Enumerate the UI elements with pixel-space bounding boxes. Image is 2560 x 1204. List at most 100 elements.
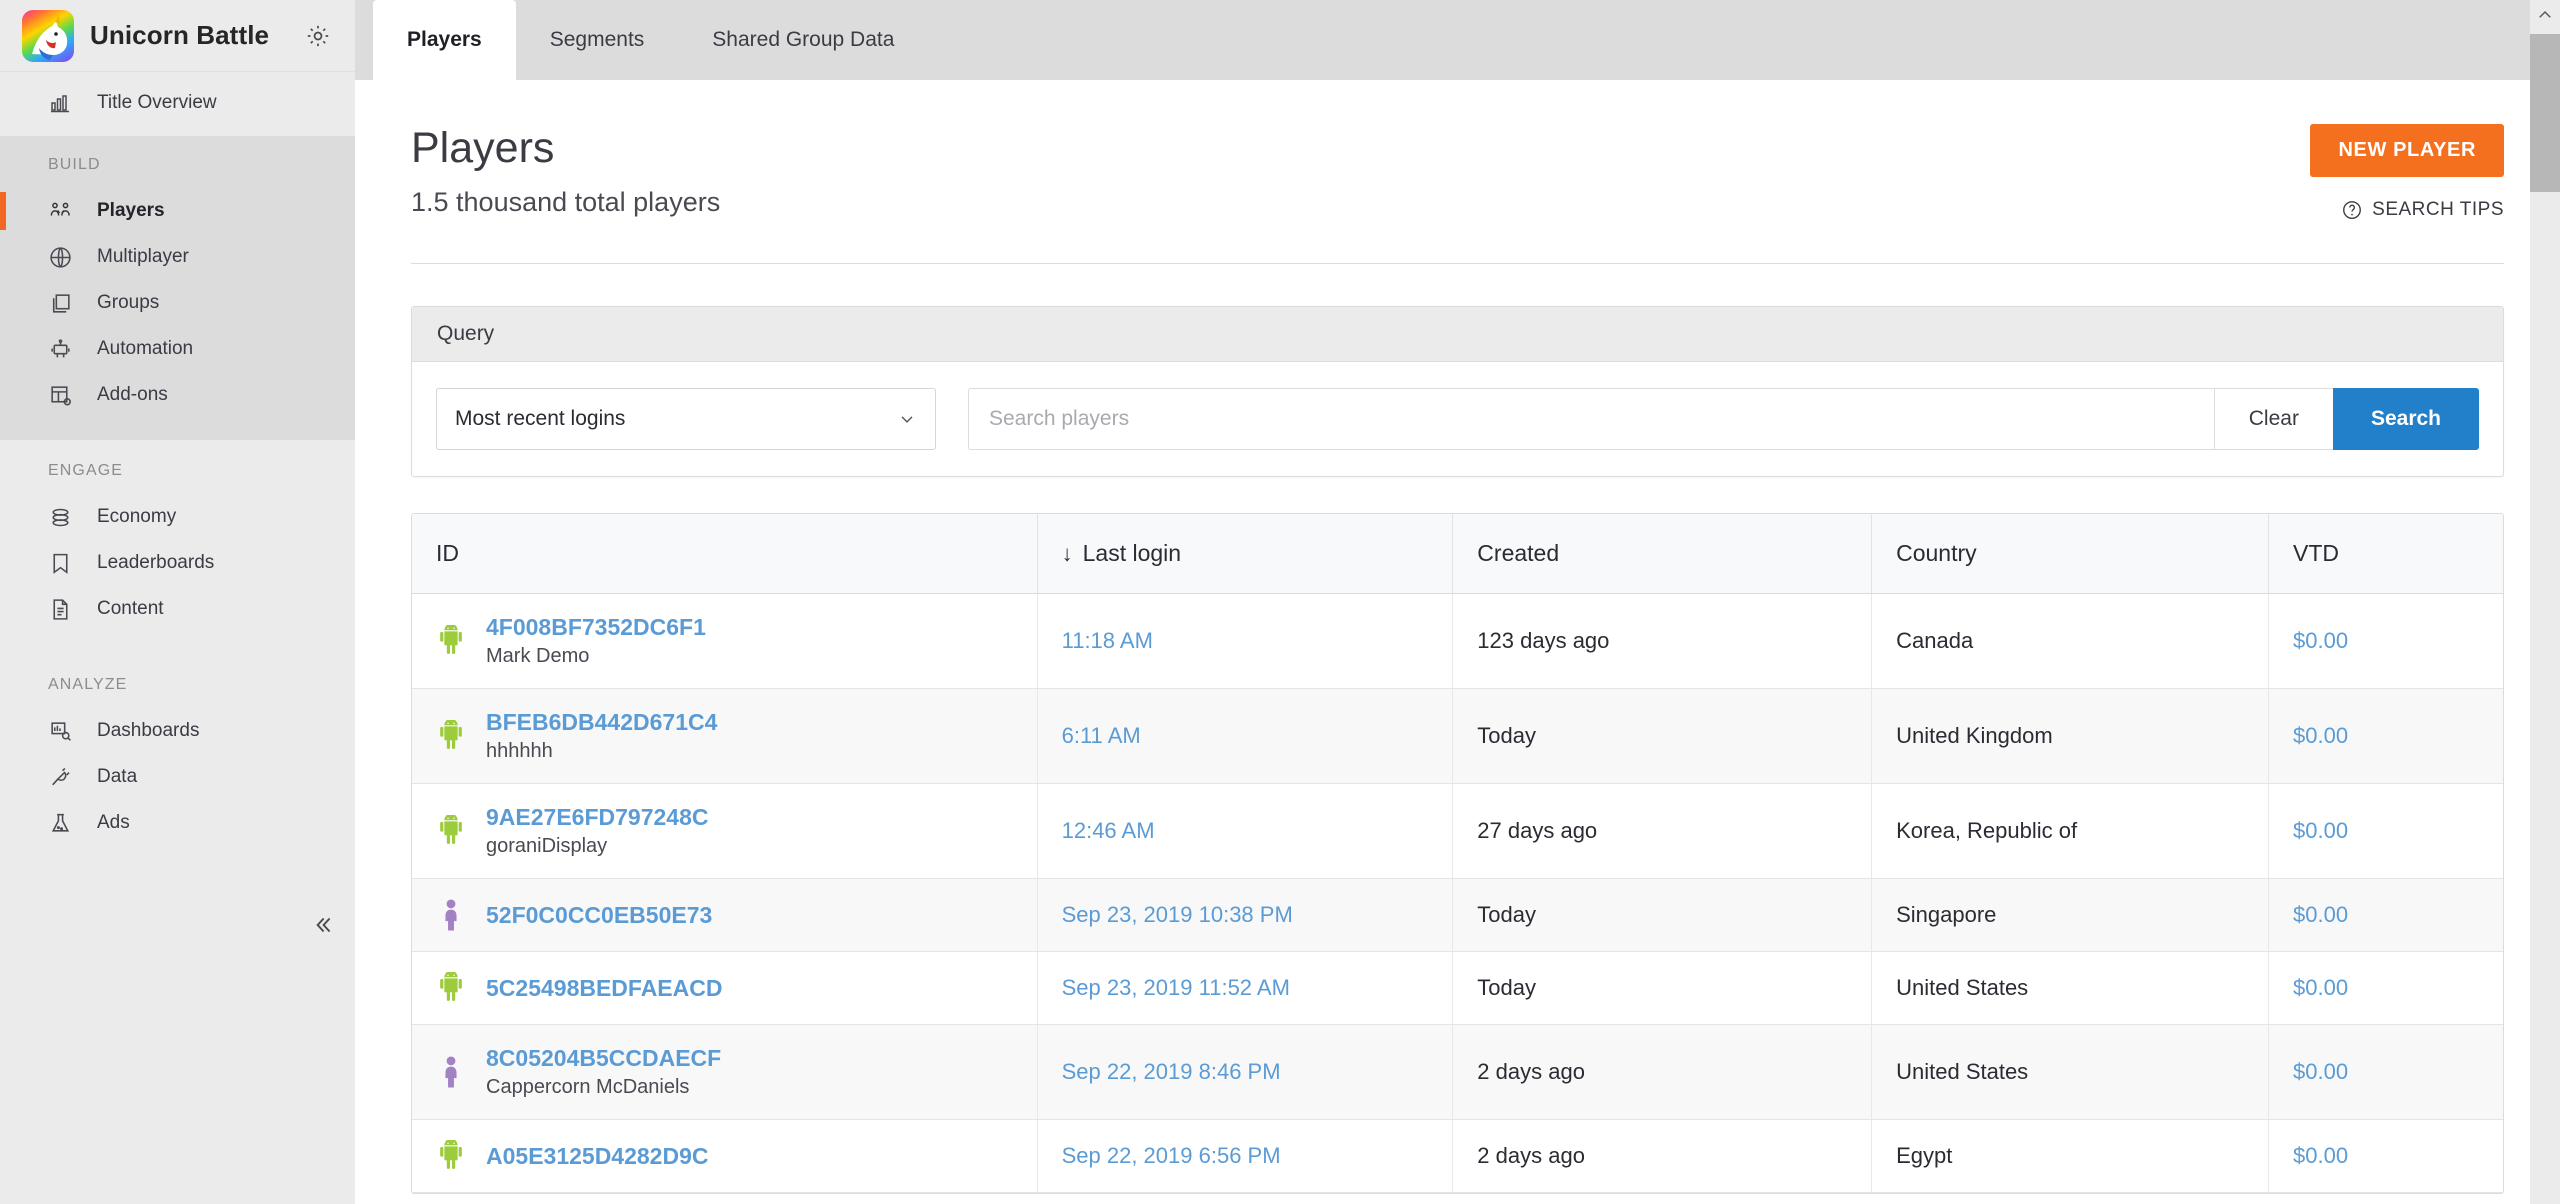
- sidebar-item-label: Players: [97, 200, 165, 221]
- cell-last-login: Sep 23, 2019 11:52 AM: [1037, 951, 1454, 1025]
- cell-last-login: Sep 22, 2019 6:56 PM: [1037, 1119, 1454, 1193]
- last-login-link[interactable]: Sep 23, 2019 11:52 AM: [1062, 975, 1290, 1000]
- header-actions: NEW PLAYER SEARCH TIPS: [2310, 124, 2504, 221]
- vtd-link[interactable]: $0.00: [2293, 1143, 2348, 1168]
- brand-header: Unicorn Battle: [0, 0, 355, 72]
- created-value: Today: [1477, 902, 1537, 927]
- gear-icon[interactable]: [305, 23, 331, 49]
- cell-created: 2 days ago: [1452, 1024, 1873, 1120]
- column-header-vtd[interactable]: VTD: [2268, 514, 2503, 594]
- tab-players[interactable]: Players: [373, 0, 516, 80]
- page-scrollbar[interactable]: [2530, 0, 2560, 1204]
- sidebar-item-content[interactable]: Content: [0, 586, 355, 632]
- column-header-created[interactable]: Created: [1452, 514, 1873, 594]
- clear-button[interactable]: Clear: [2213, 388, 2333, 450]
- page-title: Players: [411, 124, 555, 172]
- chevron-up-icon[interactable]: [2530, 0, 2560, 30]
- vtd-link[interactable]: $0.00: [2293, 1059, 2348, 1084]
- sidebar-item-ads[interactable]: Ads: [0, 800, 355, 846]
- search-tips-label: SEARCH TIPS: [2372, 199, 2504, 220]
- vtd-link[interactable]: $0.00: [2293, 818, 2348, 843]
- scrollbar-thumb[interactable]: [2530, 34, 2560, 192]
- cell-created: 2 days ago: [1452, 1119, 1873, 1193]
- column-label: Last login: [1082, 540, 1182, 566]
- table-row[interactable]: 52F0C0CC0EB50E73 Sep 23, 2019 10:38 PM Tod…: [412, 878, 2503, 952]
- last-login-link[interactable]: 6:11 AM: [1062, 723, 1141, 748]
- last-login-link[interactable]: 12:46 AM: [1062, 818, 1155, 843]
- column-label: Country: [1896, 540, 1977, 566]
- vtd-link[interactable]: $0.00: [2293, 723, 2348, 748]
- sidebar-item-groups[interactable]: Groups: [0, 280, 355, 326]
- table-row[interactable]: 8C05204B5CCDAECF Cappercorn McDaniels Sep …: [412, 1024, 2503, 1120]
- query-panel-title: Query: [412, 307, 2503, 362]
- sidebar-group-build: BUILD Players Multiplayer Groups Automat…: [0, 136, 355, 440]
- plug-icon: [48, 765, 78, 790]
- table-row[interactable]: 5C25498BEDFAEACD Sep 23, 2019 11:52 AM Tod…: [412, 951, 2503, 1025]
- country-value: Korea, Republic of: [1896, 818, 2078, 843]
- cell-id: 52F0C0CC0EB50E73: [412, 878, 1038, 952]
- sort-select[interactable]: Most recent logins: [436, 388, 936, 450]
- vtd-link[interactable]: $0.00: [2293, 975, 2348, 1000]
- table-body: 4F008BF7352DC6F1 Mark Demo 11:18 AM 123 day…: [412, 593, 2503, 1193]
- search-button[interactable]: Search: [2332, 388, 2479, 450]
- globe-icon: [48, 245, 78, 270]
- arrow-down-icon: ↓: [1061, 541, 1073, 566]
- flask-icon: [48, 811, 78, 836]
- player-id-link[interactable]: 9AE27E6FD797248C: [486, 804, 708, 831]
- last-login-link[interactable]: 11:18 AM: [1062, 628, 1153, 653]
- sidebar-item-addons[interactable]: Add-ons: [0, 372, 355, 418]
- last-login-link[interactable]: Sep 22, 2019 8:46 PM: [1062, 1059, 1281, 1084]
- search-input[interactable]: [968, 388, 2214, 450]
- android-icon: [436, 625, 466, 657]
- player-id-link[interactable]: BFEB6DB442D671C4: [486, 709, 717, 736]
- vtd-link[interactable]: $0.00: [2293, 628, 2348, 653]
- player-display-name: hhhhhh: [486, 740, 553, 762]
- cell-created: 27 days ago: [1452, 783, 1873, 879]
- table-row[interactable]: A05E3125D4282D9C Sep 22, 2019 6:56 PM 2 da…: [412, 1119, 2503, 1193]
- table-row[interactable]: 4F008BF7352DC6F1 Mark Demo 11:18 AM 123 day…: [412, 593, 2503, 689]
- players-table-wrap: ID ↓ Last login Created Country VTD 4F00…: [411, 513, 2504, 1194]
- last-login-link[interactable]: Sep 23, 2019 10:38 PM: [1062, 902, 1293, 927]
- sidebar-item-title-overview[interactable]: Title Overview: [0, 80, 355, 126]
- new-player-button[interactable]: NEW PLAYER: [2310, 124, 2504, 177]
- sidebar-item-label: Groups: [97, 292, 160, 313]
- sidebar-item-automation[interactable]: Automation: [0, 326, 355, 372]
- cell-created: Today: [1452, 688, 1873, 784]
- country-value: United Kingdom: [1896, 723, 2053, 748]
- cell-id: 4F008BF7352DC6F1 Mark Demo: [412, 593, 1038, 689]
- cell-country: Singapore: [1871, 878, 2270, 952]
- sort-select-value: Most recent logins: [455, 407, 626, 430]
- player-id-link[interactable]: 8C05204B5CCDAECF: [486, 1045, 721, 1072]
- player-id-link[interactable]: 5C25498BEDFAEACD: [486, 975, 722, 1002]
- table-row[interactable]: 9AE27E6FD797248C goraniDisplay 12:46 AM 27 …: [412, 783, 2503, 879]
- vtd-link[interactable]: $0.00: [2293, 902, 2348, 927]
- double-chevron-left-icon[interactable]: [300, 903, 344, 947]
- column-header-id[interactable]: ID: [412, 514, 1038, 594]
- android-icon: [436, 972, 466, 1004]
- last-login-link[interactable]: Sep 22, 2019 6:56 PM: [1062, 1143, 1281, 1168]
- question-circle-icon: [2341, 199, 2363, 221]
- sidebar-item-multiplayer[interactable]: Multiplayer: [0, 234, 355, 280]
- player-id-link[interactable]: 4F008BF7352DC6F1: [486, 614, 706, 641]
- android-icon: [436, 1140, 466, 1172]
- tab-bar: Players Segments Shared Group Data: [355, 0, 2560, 80]
- column-header-last-login[interactable]: ↓ Last login: [1037, 514, 1454, 594]
- sidebar-item-players[interactable]: Players: [0, 188, 355, 234]
- player-id-link[interactable]: 52F0C0CC0EB50E73: [486, 902, 712, 929]
- sidebar-item-label: Multiplayer: [97, 246, 189, 267]
- sidebar-item-dashboards[interactable]: Dashboards: [0, 708, 355, 754]
- cell-id: 8C05204B5CCDAECF Cappercorn McDaniels: [412, 1024, 1038, 1120]
- query-controls: Most recent logins Clear Search: [412, 362, 2503, 476]
- player-id-link[interactable]: A05E3125D4282D9C: [486, 1143, 709, 1170]
- created-value: Today: [1477, 723, 1537, 748]
- tab-shared-group-data[interactable]: Shared Group Data: [678, 0, 928, 80]
- search-tips-link[interactable]: SEARCH TIPS: [2341, 199, 2504, 221]
- players-table: ID ↓ Last login Created Country VTD 4F00…: [412, 514, 2503, 1193]
- sidebar-item-economy[interactable]: Economy: [0, 494, 355, 540]
- sidebar-item-leaderboards[interactable]: Leaderboards: [0, 540, 355, 586]
- table-row[interactable]: BFEB6DB442D671C4 hhhhhh 6:11 AM Today United…: [412, 688, 2503, 784]
- tab-segments[interactable]: Segments: [516, 0, 679, 80]
- android-icon: [436, 720, 466, 752]
- column-header-country[interactable]: Country: [1871, 514, 2270, 594]
- sidebar-item-data[interactable]: Data: [0, 754, 355, 800]
